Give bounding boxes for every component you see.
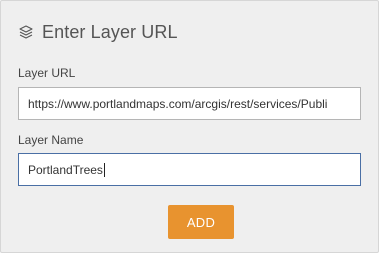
layer-url-value: https://www.portlandmaps.com/arcgis/rest…	[28, 96, 328, 111]
layer-name-input[interactable]: PortlandTrees	[18, 153, 361, 186]
layer-name-label: Layer Name	[18, 133, 84, 147]
layer-url-label: Layer URL	[18, 66, 76, 80]
text-caret	[103, 162, 105, 177]
enter-layer-url-panel: Enter Layer URL Layer URL https://www.po…	[0, 0, 379, 253]
panel-header: Enter Layer URL	[18, 18, 178, 46]
layer-name-value: PortlandTrees	[28, 162, 103, 177]
layers-icon	[18, 24, 34, 40]
add-button[interactable]: ADD	[168, 205, 234, 239]
panel-title: Enter Layer URL	[42, 21, 178, 42]
layer-url-input[interactable]: https://www.portlandmaps.com/arcgis/rest…	[18, 87, 361, 120]
